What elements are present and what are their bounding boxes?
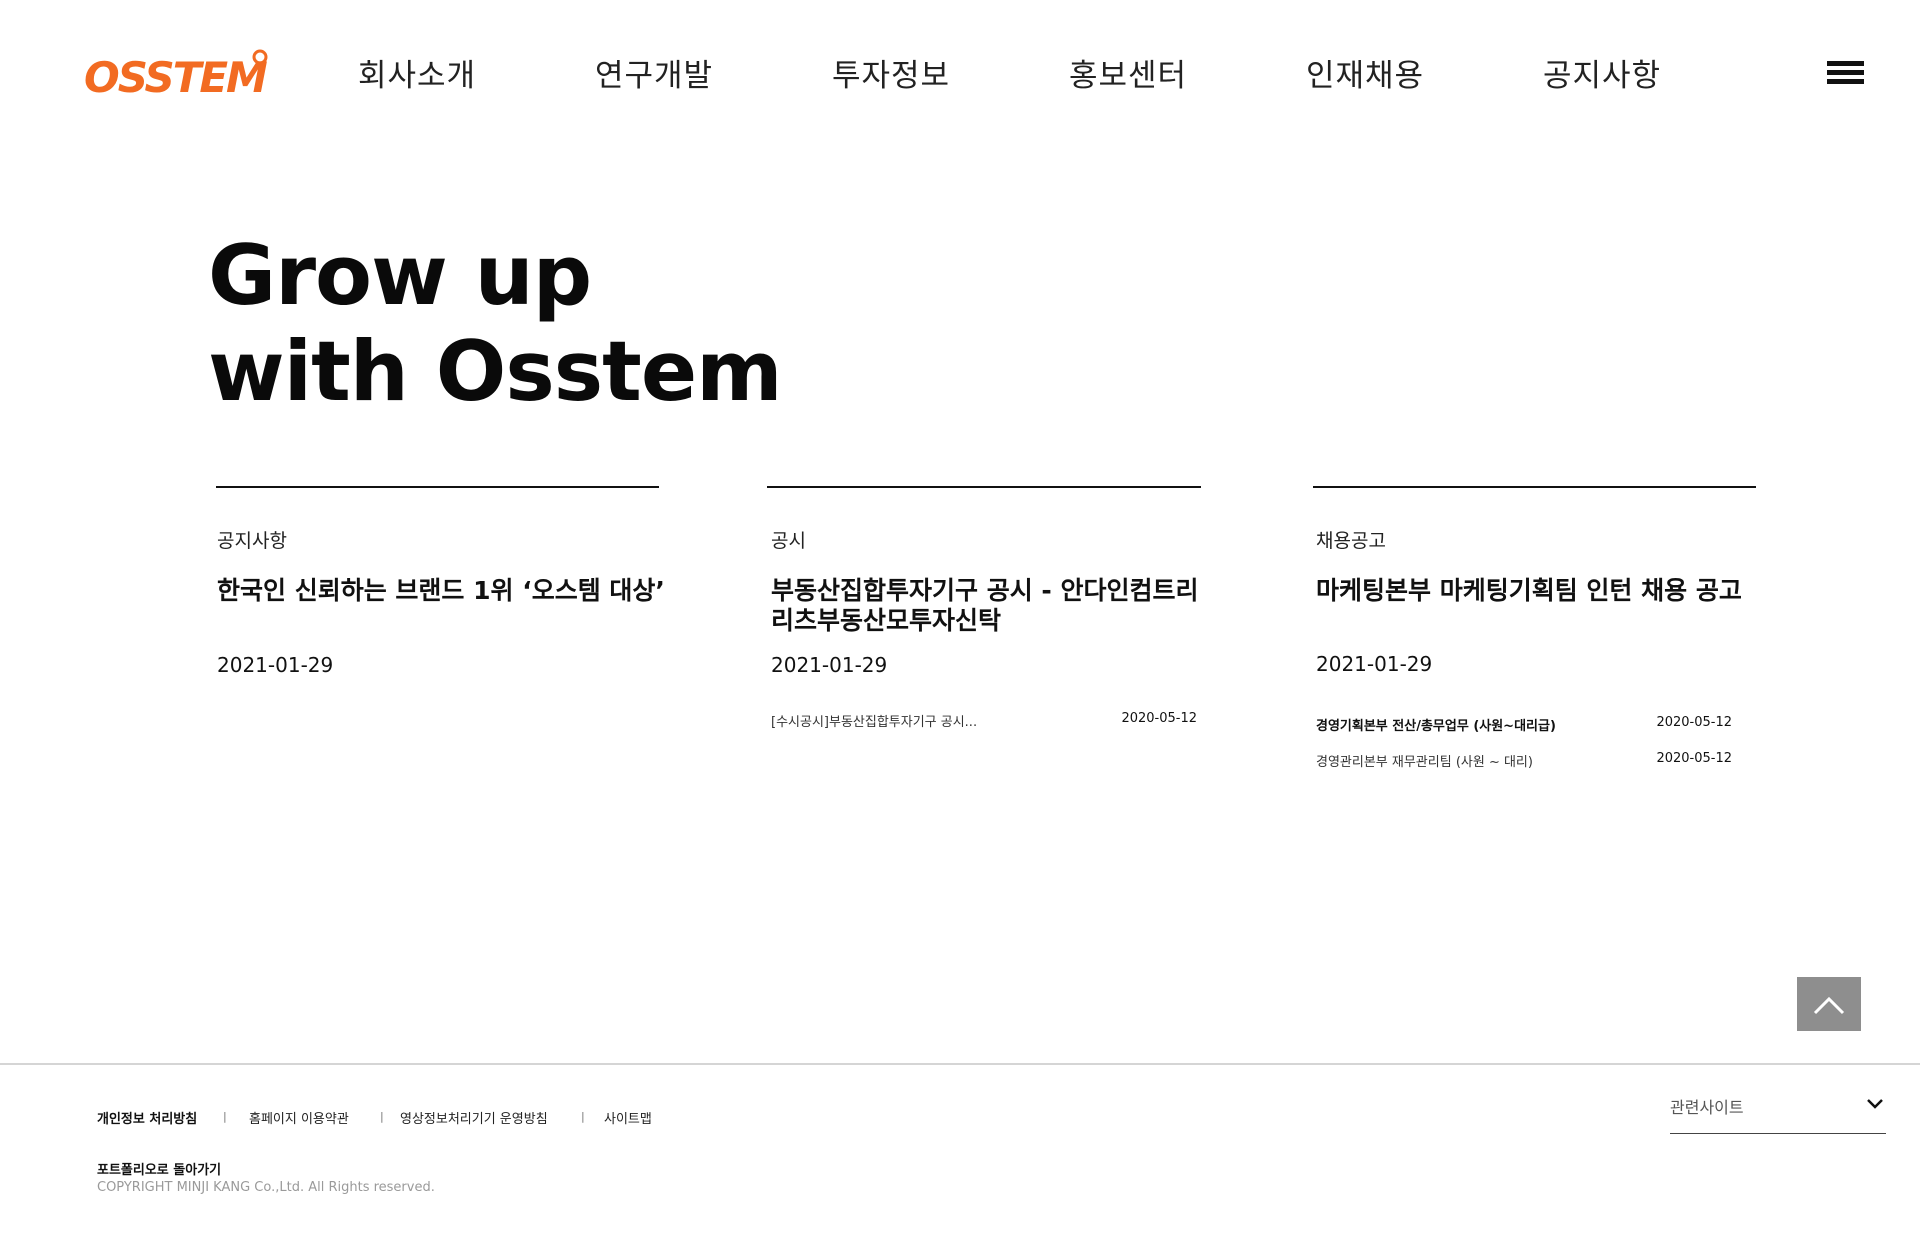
footer-link-sitemap[interactable]: 사이트맵 xyxy=(604,1108,652,1127)
list-item[interactable]: [수시공시]부동산집합투자기구 공시... 2020-05-12 xyxy=(771,711,1197,733)
card-category: 채용공고 xyxy=(1316,530,1386,552)
nav-item-company[interactable]: 회사소개 xyxy=(358,50,476,95)
chevron-up-icon xyxy=(1813,996,1845,1015)
hero-heading: Grow up with Osstem xyxy=(208,227,783,420)
footer-separator: | xyxy=(380,1110,384,1123)
hamburger-icon[interactable] xyxy=(1827,61,1864,85)
list-item[interactable]: 경영기획본부 전산/총무업무 (사원~대리급) 2020-05-12 xyxy=(1316,715,1732,737)
footer-link-cctv-policy[interactable]: 영상정보처리기기 운영방침 xyxy=(400,1108,548,1127)
main-nav: 회사소개 연구개발 투자정보 홍보센터 인재채용 공지사항 xyxy=(0,50,1700,94)
list-item-title: 경영기획본부 전산/총무업무 (사원~대리급) xyxy=(1316,719,1556,734)
list-item-date: 2020-05-12 xyxy=(1656,715,1732,730)
hero-line-2: with Osstem xyxy=(208,323,783,420)
card-title-link[interactable]: 마케팅본부 마케팅기획팀 인턴 채용 공고 xyxy=(1316,576,1766,606)
card-category: 공시 xyxy=(771,530,806,552)
footer-link-privacy[interactable]: 개인정보 처리방침 xyxy=(97,1108,197,1127)
list-item-date: 2020-05-12 xyxy=(1656,751,1732,766)
nav-item-notices[interactable]: 공지사항 xyxy=(1543,50,1661,95)
nav-item-research[interactable]: 연구개발 xyxy=(595,50,713,95)
nav-item-investors[interactable]: 투자정보 xyxy=(832,50,950,95)
footer-link-terms[interactable]: 홈페이지 이용약관 xyxy=(249,1108,349,1127)
card-divider xyxy=(1313,486,1756,488)
copyright-text: COPYRIGHT MINJI KANG Co.,Ltd. All Rights… xyxy=(97,1180,435,1195)
list-item[interactable]: 경영관리본부 재무관리팀 (사원 ~ 대리) 2020-05-12 xyxy=(1316,751,1732,773)
related-sites-select[interactable]: 관련사이트 xyxy=(1670,1090,1886,1134)
card-category: 공지사항 xyxy=(217,530,287,552)
card-divider xyxy=(216,486,659,488)
scroll-top-button[interactable] xyxy=(1797,977,1861,1031)
card-date: 2021-01-29 xyxy=(1316,652,1433,676)
nav-item-pr-center[interactable]: 홍보센터 xyxy=(1069,50,1187,95)
list-item-date: 2020-05-12 xyxy=(1121,711,1197,726)
nav-item-careers[interactable]: 인재채용 xyxy=(1306,50,1424,95)
footer-separator: | xyxy=(581,1110,585,1123)
card-title-link[interactable]: 한국인 신뢰하는 브랜드 1위 ‘오스템 대상’ xyxy=(217,576,667,606)
related-sites-label: 관련사이트 xyxy=(1670,1098,1744,1117)
list-item-title: [수시공시]부동산집합투자기구 공시... xyxy=(771,715,978,730)
site-header: OSSTEM 회사소개 연구개발 투자정보 홍보센터 인재채용 공지사항 xyxy=(0,0,1920,150)
card-date: 2021-01-29 xyxy=(771,653,888,677)
card-divider xyxy=(767,486,1201,488)
footer-separator: | xyxy=(223,1110,227,1123)
portfolio-back-link[interactable]: 포트폴리오로 돌아가기 xyxy=(97,1159,221,1178)
card-date: 2021-01-29 xyxy=(217,653,334,677)
list-item-title: 경영관리본부 재무관리팀 (사원 ~ 대리) xyxy=(1316,755,1533,770)
hero-line-1: Grow up xyxy=(208,227,592,324)
chevron-down-icon xyxy=(1867,1099,1883,1109)
card-title-link[interactable]: 부동산집합투자기구 공시 - 안다인컴트리리츠부동산모투자신탁 xyxy=(771,576,1211,636)
footer-divider xyxy=(0,1063,1920,1065)
